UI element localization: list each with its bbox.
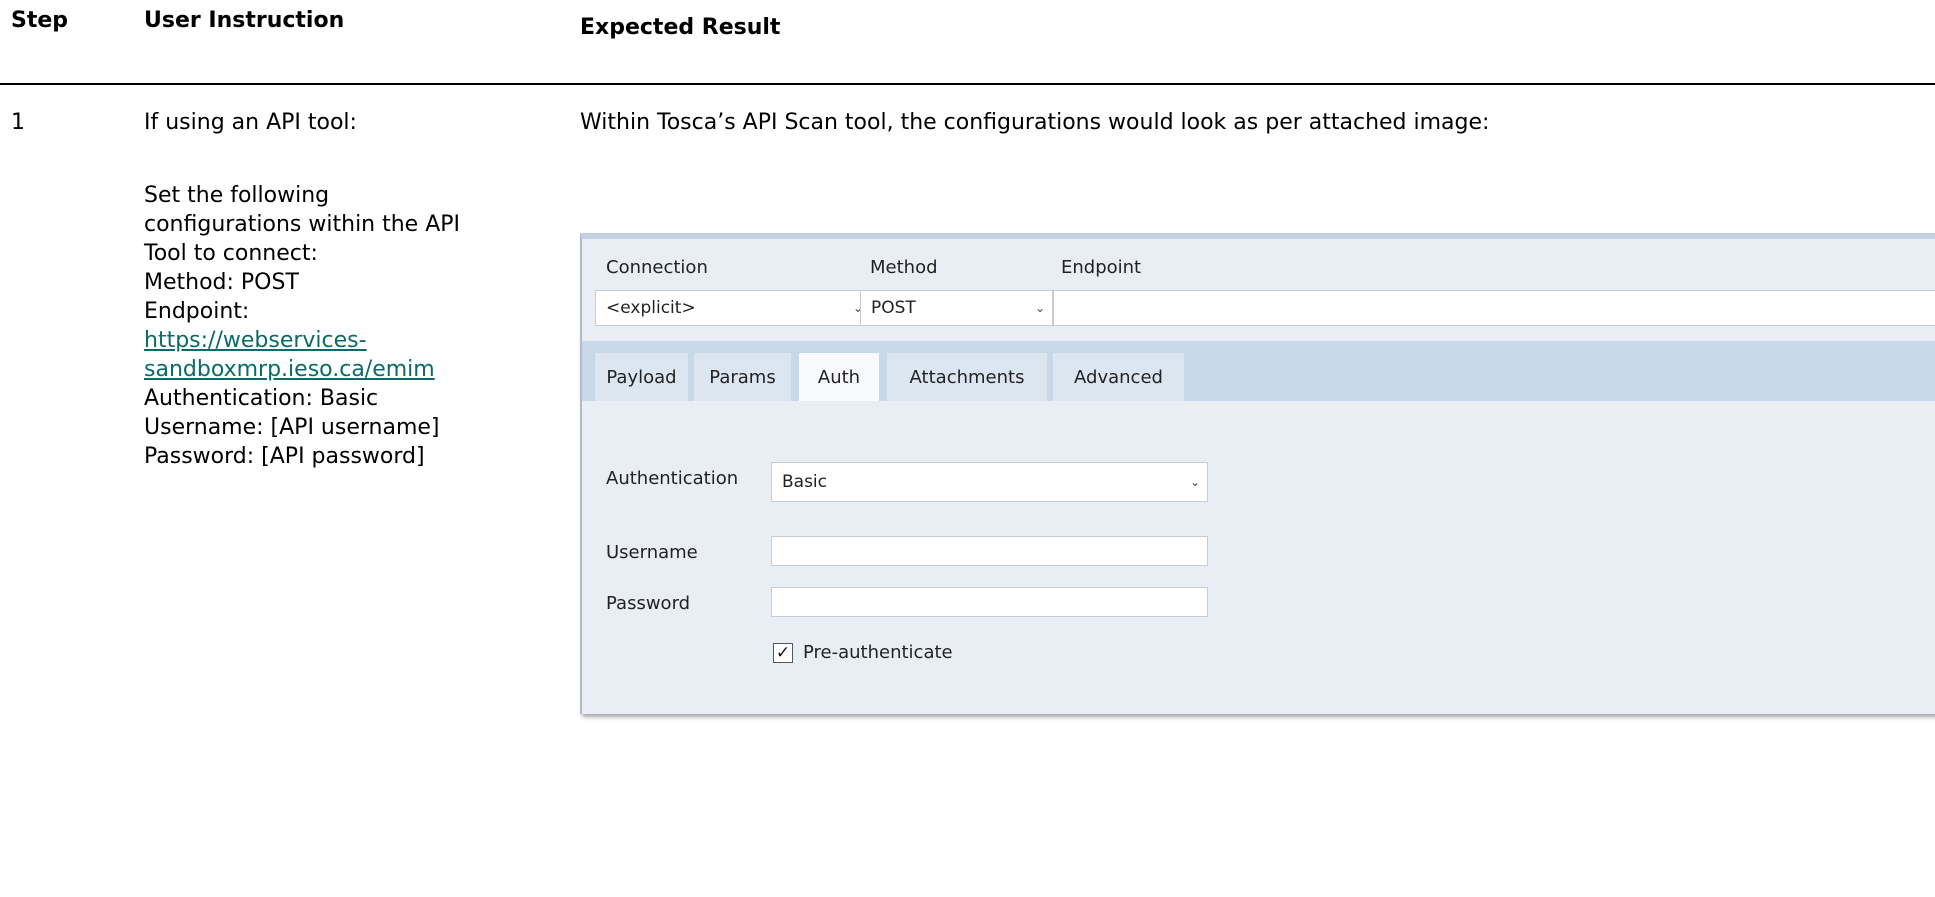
- instruction-line: Tool to connect:: [144, 241, 318, 266]
- chevron-down-icon[interactable]: ⌄: [1028, 291, 1052, 325]
- connection-value: <explicit>: [606, 298, 696, 318]
- instruction-line: Endpoint:: [144, 299, 250, 324]
- instruction-line: configurations within the API: [144, 212, 461, 237]
- expected-result-text: Within Tosca’s API Scan tool, the config…: [580, 110, 1490, 135]
- authentication-value: Basic: [782, 472, 828, 492]
- endpoint-link-continued[interactable]: sandboxmrp.ieso.ca/emim: [144, 357, 435, 382]
- instruction-details: Set the following configurations within …: [144, 181, 539, 471]
- password-field[interactable]: [771, 587, 1208, 617]
- tab-attachments[interactable]: Attachments: [887, 353, 1047, 401]
- header-divider: [0, 83, 1935, 85]
- method-label: Method: [870, 257, 938, 278]
- header-user-instruction: User Instruction: [144, 8, 345, 33]
- endpoint-input[interactable]: [1053, 290, 1935, 326]
- instruction-line: Authentication: Basic: [144, 386, 379, 411]
- chevron-down-icon[interactable]: ⌄: [1183, 463, 1207, 501]
- request-tabs: Payload Params Auth Attachments Advanced: [582, 341, 1935, 401]
- username-label: Username: [606, 542, 698, 563]
- method-select[interactable]: POST ⌄: [860, 290, 1053, 326]
- tab-params[interactable]: Params: [694, 353, 791, 401]
- instruction-line: Method: POST: [144, 270, 299, 295]
- method-value: POST: [871, 298, 916, 318]
- tab-advanced[interactable]: Advanced: [1053, 353, 1184, 401]
- api-scan-screenshot: Connection Method Endpoint <explicit> ⌄ …: [580, 233, 1935, 714]
- preauthenticate-label: Pre-authenticate: [803, 642, 953, 663]
- endpoint-link[interactable]: https://webservices-: [144, 328, 367, 353]
- checkmark-icon: ✓: [775, 643, 791, 663]
- header-step: Step: [11, 8, 69, 33]
- username-field[interactable]: [771, 536, 1208, 566]
- instruction-line: Set the following: [144, 183, 330, 208]
- instruction-line: Password: [API password]: [144, 444, 425, 469]
- preauthenticate-checkbox[interactable]: ✓: [773, 643, 793, 663]
- header-expected-result: Expected Result: [580, 15, 781, 40]
- instruction-intro: If using an API tool:: [144, 110, 357, 135]
- tab-auth[interactable]: Auth: [799, 353, 879, 401]
- tab-payload[interactable]: Payload: [595, 353, 688, 401]
- connection-select[interactable]: <explicit> ⌄: [595, 290, 871, 326]
- endpoint-label: Endpoint: [1061, 257, 1142, 278]
- connection-label: Connection: [606, 257, 708, 278]
- password-label: Password: [606, 593, 691, 614]
- authentication-select[interactable]: Basic ⌄: [771, 462, 1208, 502]
- step-number: 1: [11, 110, 25, 135]
- authentication-label: Authentication: [606, 468, 739, 489]
- instruction-line: Username: [API username]: [144, 415, 440, 440]
